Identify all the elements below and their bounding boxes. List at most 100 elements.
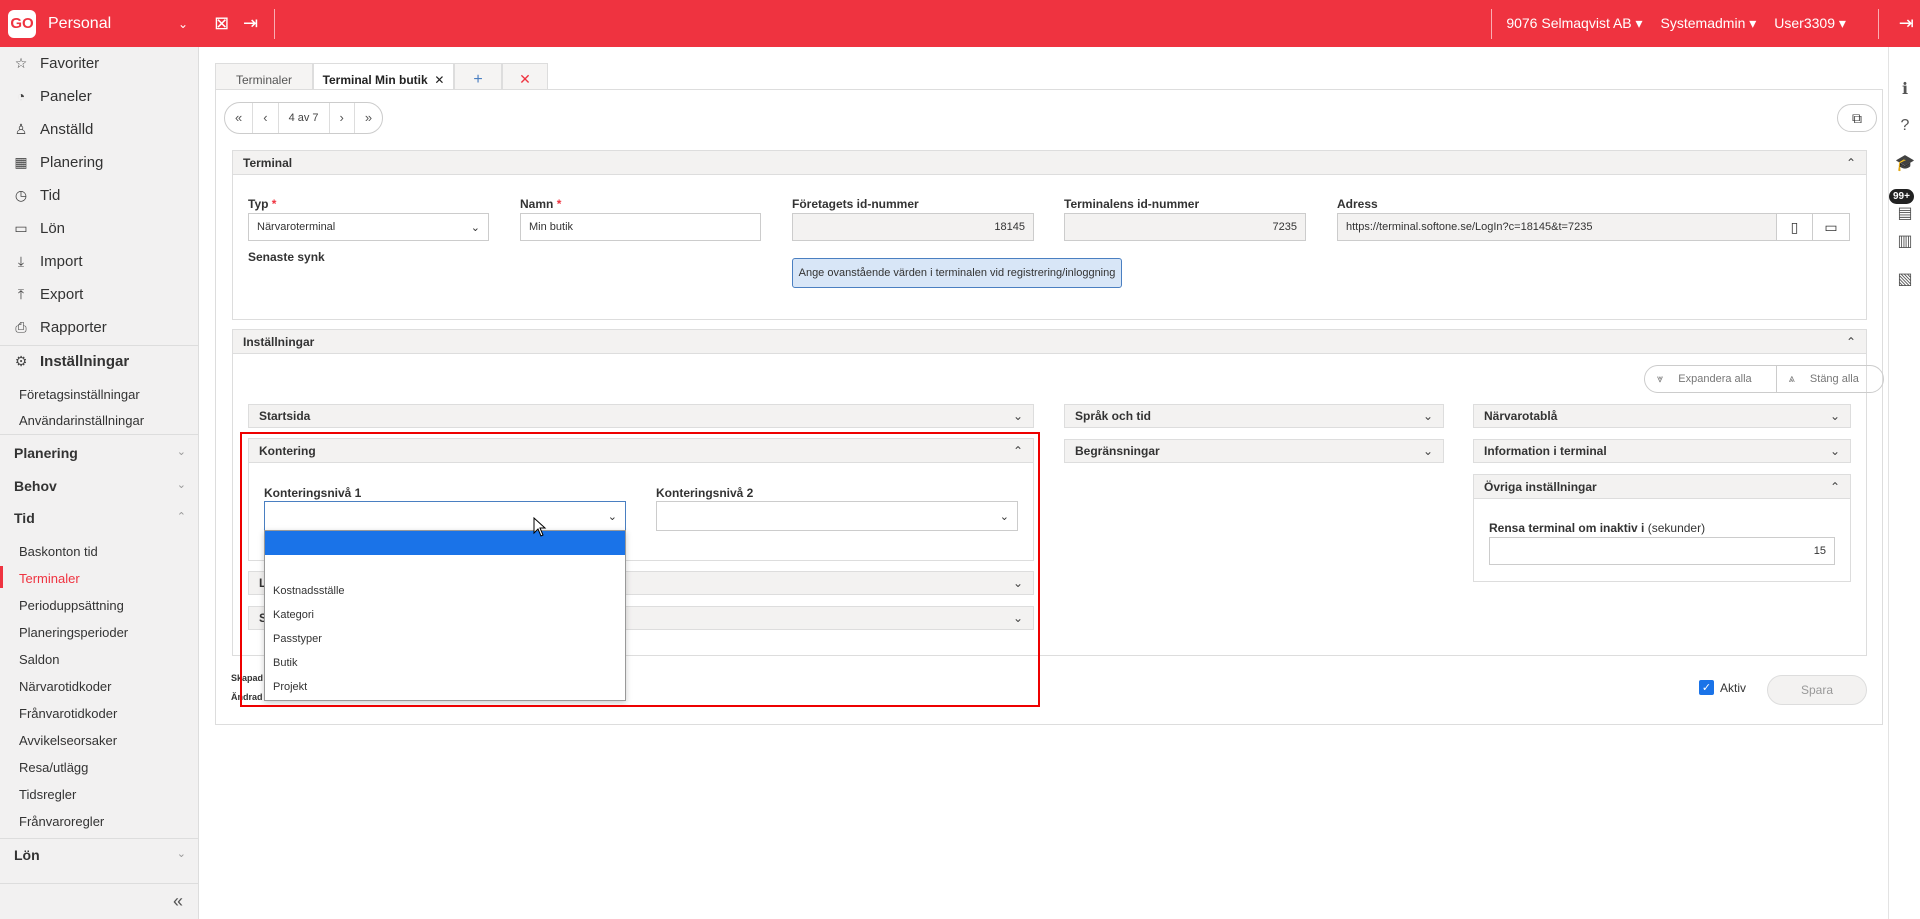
document-check-icon[interactable]: ▥ bbox=[1895, 231, 1915, 251]
lifebuoy-icon[interactable]: ⊠ bbox=[214, 13, 229, 34]
info-icon[interactable]: ℹ bbox=[1895, 79, 1915, 99]
logout-icon[interactable]: ⇥ bbox=[1899, 13, 1914, 34]
sidebar-group-tid[interactable]: Tid ⌃ bbox=[14, 510, 186, 526]
option-blank[interactable] bbox=[265, 555, 625, 579]
sidebar-sub-avvikelseorsaker[interactable]: Avvikelseorsaker bbox=[19, 733, 117, 748]
typ-select[interactable]: Närvaroterminal ⌄ bbox=[248, 213, 489, 241]
namn-input[interactable]: Min butik bbox=[520, 213, 761, 241]
notification-badge: 99+ bbox=[1889, 189, 1914, 204]
sidebar-sub-franvaroregler[interactable]: Frånvaroregler bbox=[19, 814, 104, 829]
gear-icon: ⚙ bbox=[14, 352, 28, 369]
sidebar-item-import[interactable]: ⤓ Import bbox=[0, 250, 199, 272]
active-indicator bbox=[0, 566, 3, 588]
begransningar-section[interactable]: Begränsningar ⌄ bbox=[1064, 439, 1444, 463]
sidebar-sub-foretagsinstallningar[interactable]: Företagsinställningar bbox=[19, 387, 140, 402]
copy-icon: ⧉ bbox=[1852, 109, 1862, 126]
next-record-icon[interactable]: › bbox=[330, 103, 355, 133]
chevron-down-icon: ⌄ bbox=[1829, 409, 1840, 423]
chevron-down-icon: ⌄ bbox=[470, 221, 480, 234]
chevron-down-icon: ⌄ bbox=[1422, 409, 1433, 423]
sidebar-sub-planeringsperioder[interactable]: Planeringsperioder bbox=[19, 625, 128, 640]
option-kategori[interactable]: Kategori bbox=[265, 603, 625, 627]
academy-icon[interactable]: 🎓 bbox=[1895, 153, 1915, 173]
sidebar-item-tid[interactable]: ◷ Tid bbox=[0, 184, 199, 206]
sidebar-sub-narvarotidkoder[interactable]: Närvarotidkoder bbox=[19, 679, 112, 694]
role-selector[interactable]: Systemadmin ▾ bbox=[1661, 15, 1757, 32]
sign-out-icon[interactable]: ⇥ bbox=[243, 13, 258, 34]
chevron-down-icon: ⌄ bbox=[999, 510, 1009, 523]
chevron-up-icon[interactable]: ⌃ bbox=[1013, 444, 1023, 458]
open-window-button[interactable]: ▭ bbox=[1812, 213, 1850, 241]
sidebar-sub-resa[interactable]: Resa/utlägg bbox=[19, 760, 88, 775]
sidebar-item-favoriter[interactable]: ☆ Favoriter bbox=[0, 52, 199, 74]
module-selector[interactable]: Personal bbox=[48, 15, 178, 33]
option-projekt[interactable]: Projekt bbox=[265, 675, 625, 699]
sidebar-sub-anvandarinstallningar[interactable]: Användarinställningar bbox=[19, 413, 144, 428]
option-kostnadsstalle[interactable]: Kostnadsställe bbox=[265, 579, 625, 603]
sidebar-item-export[interactable]: ⤒ Export bbox=[0, 283, 199, 305]
sidebar-sub-perioduppsattning[interactable]: Perioduppsättning bbox=[19, 598, 124, 613]
terminal-info-button[interactable]: Ange ovanstående värden i terminalen vid… bbox=[792, 258, 1122, 288]
sidebar-item-rapporter[interactable]: ⎙ Rapporter bbox=[0, 316, 199, 338]
chevron-down-icon: ⌄ bbox=[176, 446, 186, 458]
clipboard-button[interactable]: ▯ bbox=[1776, 213, 1813, 241]
option-butik[interactable]: Butik bbox=[265, 651, 625, 675]
copy-button[interactable]: ⧉ bbox=[1837, 104, 1877, 132]
user-menu[interactable]: User3309 ▾ bbox=[1774, 15, 1846, 32]
terminal-section-header[interactable]: Terminal ⌃ bbox=[233, 151, 1866, 175]
option-passtyper[interactable]: Passtyper bbox=[265, 627, 625, 651]
narvarotabla-section[interactable]: Närvarotablå ⌄ bbox=[1473, 404, 1851, 428]
chevron-up-icon[interactable]: ⌃ bbox=[1830, 480, 1840, 494]
record-pager: « ‹ 4 av 7 › » bbox=[224, 102, 384, 134]
sidebar-sub-franvarotidkoder[interactable]: Frånvarotidkoder bbox=[19, 706, 117, 721]
collapse-sidebar-button[interactable]: « bbox=[0, 883, 199, 919]
sidebar-item-lon[interactable]: ▭ Lön bbox=[0, 217, 199, 239]
sidebar-item-paneler[interactable]: ◔ Paneler bbox=[0, 85, 199, 107]
chevron-down-icon: ⌄ bbox=[607, 510, 617, 523]
expand-all-button[interactable]: ⩔ Expandera alla bbox=[1645, 366, 1777, 392]
sprak-section[interactable]: Språk och tid ⌄ bbox=[1064, 404, 1444, 428]
sidebar-sub-baskonton[interactable]: Baskonton tid bbox=[19, 544, 98, 559]
sidebar-sub-saldon[interactable]: Saldon bbox=[19, 652, 59, 667]
sidebar-group-behov[interactable]: Behov ⌄ bbox=[14, 478, 186, 494]
top-bar: GO Personal ⌄ ⊠ ⇥ 9076 Selmaqvist AB ▾ S… bbox=[0, 0, 1920, 47]
kontering-niva2-select[interactable]: ⌄ bbox=[656, 501, 1018, 531]
sidebar-group-planering[interactable]: Planering ⌄ bbox=[14, 445, 186, 461]
chevron-down-icon: ⌄ bbox=[176, 479, 186, 491]
chevron-up-icon[interactable]: ⌃ bbox=[1846, 335, 1856, 349]
ovriga-section-header[interactable]: Övriga inställningar ⌃ bbox=[1474, 475, 1850, 499]
aktiv-checkbox[interactable]: ✓ Aktiv bbox=[1699, 680, 1746, 695]
last-record-icon[interactable]: » bbox=[355, 103, 382, 133]
terminal-id-label: Terminalens id-nummer bbox=[1064, 197, 1200, 211]
sidebar-item-installningar[interactable]: ⚙ Inställningar bbox=[0, 350, 199, 372]
startsida-section[interactable]: Startsida ⌄ bbox=[248, 404, 1034, 428]
sidebar-group-lon[interactable]: Lön ⌄ bbox=[14, 847, 186, 863]
first-record-icon[interactable]: « bbox=[225, 103, 254, 133]
help-icon[interactable]: ? bbox=[1895, 117, 1915, 135]
go-logo[interactable]: GO bbox=[8, 9, 36, 38]
chevron-up-icon[interactable]: ⌃ bbox=[1846, 156, 1856, 170]
close-all-button[interactable]: ⩓ Stäng alla bbox=[1777, 366, 1883, 392]
sidebar-item-anstalld[interactable]: ♙ Anställd bbox=[0, 118, 199, 140]
double-chevron-left-icon: « bbox=[172, 891, 183, 911]
messages-icon[interactable]: ▤ bbox=[1895, 203, 1915, 223]
sidebar-item-planering[interactable]: ▦ Planering bbox=[0, 151, 199, 173]
kontering-section-header[interactable]: Kontering ⌃ bbox=[249, 439, 1033, 463]
chevron-down-icon[interactable]: ⌄ bbox=[178, 17, 188, 31]
kontering-niva1-select[interactable]: ⌄ bbox=[264, 501, 626, 531]
rensa-label: Rensa terminal om inaktiv i (sekunder) bbox=[1489, 521, 1706, 535]
chevron-down-icon: ⌄ bbox=[1422, 444, 1433, 458]
settings-section-header[interactable]: Inställningar ⌃ bbox=[233, 330, 1866, 354]
option-blank-selected[interactable] bbox=[265, 531, 625, 555]
close-icon[interactable]: ✕ bbox=[434, 73, 444, 87]
sidebar-sub-terminaler[interactable]: Terminaler bbox=[19, 571, 80, 586]
rensa-input[interactable]: 15 bbox=[1489, 537, 1835, 565]
info-terminal-section[interactable]: Information i terminal ⌄ bbox=[1473, 439, 1851, 463]
chevron-down-icon: ⌄ bbox=[1012, 409, 1023, 423]
document-icon[interactable]: ▧ bbox=[1895, 269, 1915, 289]
sidebar-sub-tidsregler[interactable]: Tidsregler bbox=[19, 787, 76, 802]
prev-record-icon[interactable]: ‹ bbox=[253, 103, 279, 133]
expand-collapse-group: ⩔ Expandera alla ⩓ Stäng alla bbox=[1644, 365, 1884, 393]
save-button[interactable]: Spara bbox=[1767, 675, 1867, 705]
company-selector[interactable]: 9076 Selmaqvist AB ▾ bbox=[1506, 15, 1642, 32]
